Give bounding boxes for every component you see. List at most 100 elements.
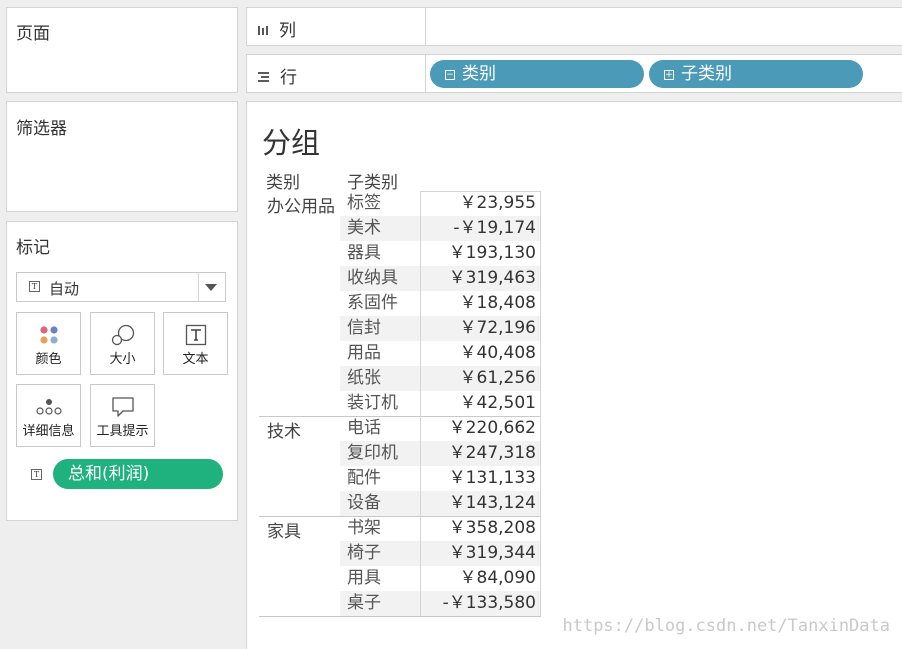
table-row[interactable]: 配件 ￥131,133: [259, 466, 541, 491]
table-row[interactable]: 系固件 ￥18,408: [259, 291, 541, 316]
header-subcategory[interactable]: 子类别: [347, 168, 398, 193]
columns-shelf-label: 列: [257, 16, 296, 41]
detail-dots-icon: [17, 395, 80, 419]
subcategory-label[interactable]: 器具: [340, 241, 427, 266]
crosstab: 办公用品 标签 ￥23,955 美术 -￥19,174 器具 ￥193,130 收纳具 ￥319…: [259, 191, 541, 617]
profit-sum-pill[interactable]: 总和(利润): [53, 459, 223, 489]
profit-value[interactable]: ￥143,124: [420, 491, 541, 516]
expand-icon[interactable]: +: [664, 70, 674, 80]
text-encoding-icon: T: [31, 469, 42, 480]
profit-value[interactable]: ￥131,133: [420, 466, 541, 491]
filters-card[interactable]: 筛选器: [6, 101, 238, 212]
pages-card[interactable]: 页面: [6, 7, 238, 93]
header-category[interactable]: 类别: [266, 168, 300, 193]
columns-shelf[interactable]: 列: [246, 7, 902, 46]
table-bottom-border: [259, 616, 541, 617]
tooltip-button[interactable]: 工具提示: [90, 384, 155, 447]
subcategory-label[interactable]: 装订机: [340, 391, 427, 416]
sheet-title: 分组: [262, 126, 321, 160]
profit-value[interactable]: ￥319,344: [420, 541, 541, 566]
table-row[interactable]: 复印机 ￥247,318: [259, 441, 541, 466]
table-row[interactable]: 椅子 ￥319,344: [259, 541, 541, 566]
shelf-divider: [425, 55, 426, 92]
table-row[interactable]: 美术 -￥19,174: [259, 216, 541, 241]
rows-shelf-text: 行: [280, 68, 297, 88]
rows-shelf[interactable]: 行 − 类别 + 子类别: [246, 54, 902, 93]
dropdown-separator: [198, 273, 199, 301]
subcategory-label[interactable]: 书架: [340, 516, 427, 541]
marks-card: 标记 T 自动 颜色 大小 文本 详细信息 工具提示 T 总和(利润): [6, 221, 238, 521]
columns-shelf-text: 列: [279, 21, 296, 41]
view-canvas: 分组 类别 子类别 办公用品 标签 ￥23,955 美术 -￥19,174 器具 ￥193,…: [246, 101, 902, 649]
size-circles-icon: [91, 323, 154, 347]
profit-value[interactable]: ￥18,408: [420, 291, 541, 316]
size-button-label: 大小: [109, 352, 136, 367]
table-row[interactable]: 用品 ￥40,408: [259, 341, 541, 366]
profit-value[interactable]: ￥358,208: [420, 516, 541, 541]
subcategory-label[interactable]: 复印机: [340, 441, 427, 466]
subcategory-label[interactable]: 配件: [340, 466, 427, 491]
table-row[interactable]: 技术 电话 ￥220,662: [259, 416, 541, 442]
subcategory-label[interactable]: 收纳具: [340, 266, 427, 291]
collapse-icon[interactable]: −: [445, 70, 455, 80]
table-row[interactable]: 用具 ￥84,090: [259, 566, 541, 591]
subcategory-label[interactable]: 椅子: [340, 541, 427, 566]
table-row[interactable]: 家具 书架 ￥358,208: [259, 516, 541, 542]
color-button[interactable]: 颜色: [16, 312, 81, 375]
pages-card-title: 页面: [16, 24, 50, 44]
subcategory-label[interactable]: 信封: [340, 316, 427, 341]
color-dots-icon: [17, 323, 80, 347]
profit-value[interactable]: ￥61,256: [420, 366, 541, 391]
subcategory-label[interactable]: 纸张: [340, 366, 427, 391]
columns-icon: [257, 24, 269, 40]
text-t-icon: [164, 323, 227, 347]
detail-button[interactable]: 详细信息: [16, 384, 81, 447]
color-button-label: 颜色: [35, 352, 62, 367]
text-button[interactable]: 文本: [163, 312, 228, 375]
subcategory-label[interactable]: 用品: [340, 341, 427, 366]
table-row[interactable]: 信封 ￥72,196: [259, 316, 541, 341]
watermark: https://blog.csdn.net/TanxinData: [562, 616, 890, 636]
profit-value[interactable]: ￥40,408: [420, 341, 541, 366]
table-row[interactable]: 器具 ￥193,130: [259, 241, 541, 266]
subcategory-label[interactable]: 标签: [340, 191, 427, 216]
subcategory-label[interactable]: 桌子: [340, 591, 427, 616]
subcategory-label[interactable]: 设备: [340, 491, 427, 516]
text-button-label: 文本: [182, 352, 209, 367]
category-label[interactable]: 办公用品: [267, 192, 335, 217]
category-label[interactable]: 技术: [267, 417, 301, 442]
tooltip-button-label: 工具提示: [96, 424, 149, 439]
text-mark-icon: T: [29, 281, 40, 292]
table-row[interactable]: 办公用品 标签 ￥23,955: [259, 191, 541, 217]
profit-value[interactable]: ￥319,463: [420, 266, 541, 291]
profit-value[interactable]: ￥84,090: [420, 566, 541, 591]
profit-value[interactable]: ￥72,196: [420, 316, 541, 341]
mark-type-value: 自动: [49, 280, 80, 298]
subcategory-label[interactable]: 用具: [340, 566, 427, 591]
subcategory-pill-label: 子类别: [681, 64, 732, 84]
profit-value[interactable]: -￥133,580: [420, 591, 541, 616]
chevron-down-icon[interactable]: [205, 284, 217, 291]
mark-type-dropdown[interactable]: T 自动: [16, 272, 226, 302]
profit-value[interactable]: ￥42,501: [420, 391, 541, 416]
category-label[interactable]: 家具: [267, 517, 301, 542]
table-row[interactable]: 桌子 -￥133,580: [259, 591, 541, 616]
table-row[interactable]: 收纳具 ￥319,463: [259, 266, 541, 291]
profit-value[interactable]: -￥19,174: [420, 216, 541, 241]
subcategory-label[interactable]: 美术: [340, 216, 427, 241]
size-button[interactable]: 大小: [90, 312, 155, 375]
table-row[interactable]: 装订机 ￥42,501: [259, 391, 541, 416]
profit-value[interactable]: ￥220,662: [420, 416, 541, 441]
profit-value[interactable]: ￥193,130: [420, 241, 541, 266]
category-pill[interactable]: − 类别: [430, 60, 644, 88]
profit-value[interactable]: ￥23,955: [420, 191, 541, 216]
table-row[interactable]: 设备 ￥143,124: [259, 491, 541, 516]
tooltip-bubble-icon: [91, 395, 154, 419]
table-row[interactable]: 纸张 ￥61,256: [259, 366, 541, 391]
profit-value[interactable]: ￥247,318: [420, 441, 541, 466]
subcategory-label[interactable]: 电话: [340, 416, 427, 441]
shelf-divider: [425, 8, 426, 45]
subcategory-pill[interactable]: + 子类别: [649, 60, 863, 88]
subcategory-label[interactable]: 系固件: [340, 291, 427, 316]
category-pill-label: 类别: [462, 64, 496, 84]
